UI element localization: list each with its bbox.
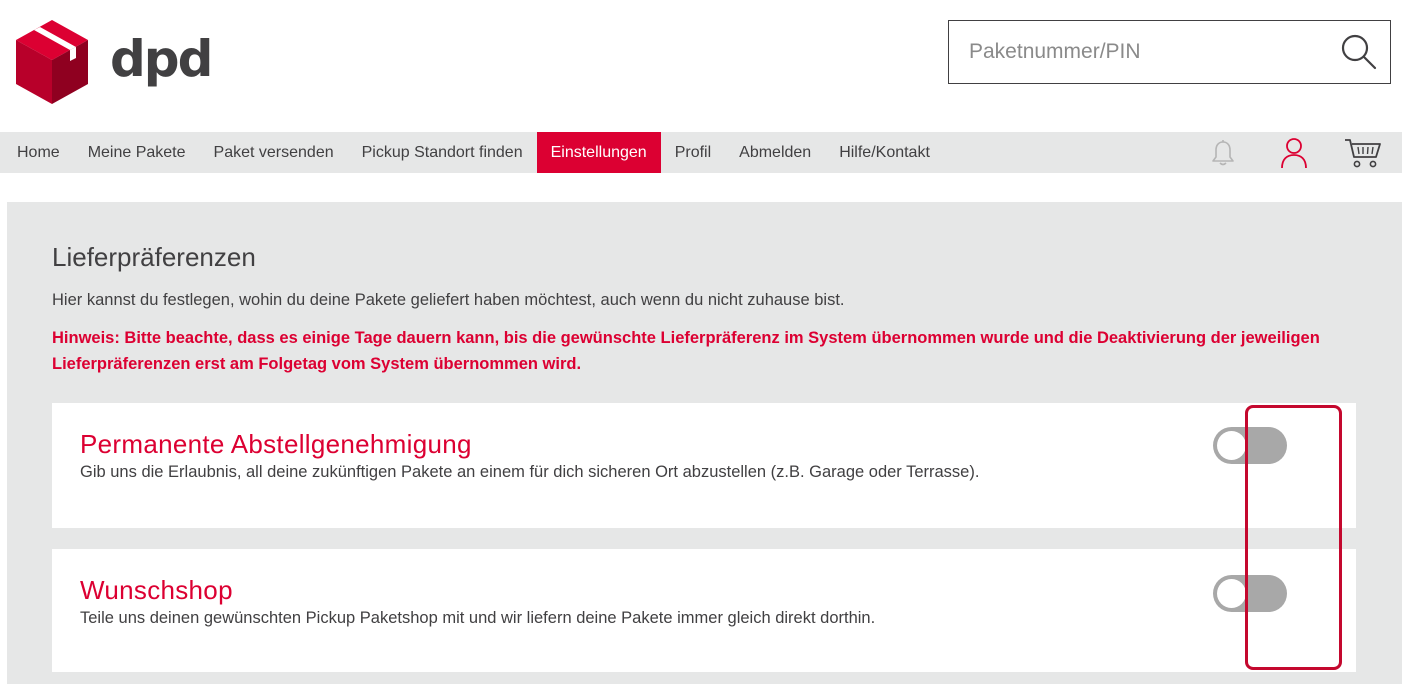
toggle-knob — [1217, 431, 1246, 460]
profile-button[interactable] — [1280, 137, 1308, 169]
nav-item-hilfe-kontakt[interactable]: Hilfe/Kontakt — [825, 132, 944, 173]
preferences-section: Lieferpräferenzen Hier kannst du festleg… — [7, 202, 1402, 684]
abstellgenehmigung-toggle[interactable] — [1213, 427, 1287, 464]
intro-text: Hier kannst du festlegen, wohin du deine… — [52, 291, 845, 309]
search-icon — [1341, 34, 1377, 70]
main-nav: Home Meine Pakete Paket versenden Pickup… — [0, 132, 1402, 173]
nav-item-abmelden[interactable]: Abmelden — [725, 132, 825, 173]
toggle-knob — [1217, 579, 1246, 608]
wunschshop-toggle[interactable] — [1213, 575, 1287, 612]
header: dpd — [0, 0, 1402, 132]
hint-text: Hinweis: Bitte beachte, dass es einige T… — [52, 329, 1320, 373]
page-title: Lieferpräferenzen — [52, 242, 256, 272]
search-button[interactable] — [1336, 29, 1382, 75]
preference-title: Permanente Abstellgenehmigung — [80, 429, 472, 459]
nav-item-pickup-standort[interactable]: Pickup Standort finden — [348, 132, 537, 173]
nav-item-profil[interactable]: Profil — [661, 132, 725, 173]
preference-description: Gib uns die Erlaubnis, all deine zukünft… — [80, 463, 980, 481]
cart-icon — [1345, 138, 1381, 167]
search-input[interactable] — [949, 21, 1329, 83]
nav-item-meine-pakete[interactable]: Meine Pakete — [74, 132, 200, 173]
search-box — [948, 20, 1391, 84]
notifications-button[interactable] — [1210, 139, 1236, 167]
preference-description: Teile uns deinen gewünschten Pickup Pake… — [80, 609, 876, 627]
preference-card-wunschshop: Wunschshop Teile uns deinen gewünschten … — [52, 549, 1356, 672]
dpd-logo[interactable]: dpd — [14, 18, 213, 106]
dpd-cube-icon — [16, 20, 88, 104]
preference-title: Wunschshop — [80, 575, 233, 605]
nav-item-home[interactable]: Home — [3, 132, 74, 173]
user-icon — [1281, 137, 1307, 168]
cart-button[interactable] — [1344, 137, 1382, 169]
logo-text: dpd — [110, 30, 213, 88]
nav-item-paket-versenden[interactable]: Paket versenden — [200, 132, 348, 173]
preference-card-abstellgenehmigung: Permanente Abstellgenehmigung Gib uns di… — [52, 403, 1356, 528]
bell-icon — [1212, 139, 1234, 165]
nav-item-einstellungen[interactable]: Einstellungen — [536, 132, 661, 173]
